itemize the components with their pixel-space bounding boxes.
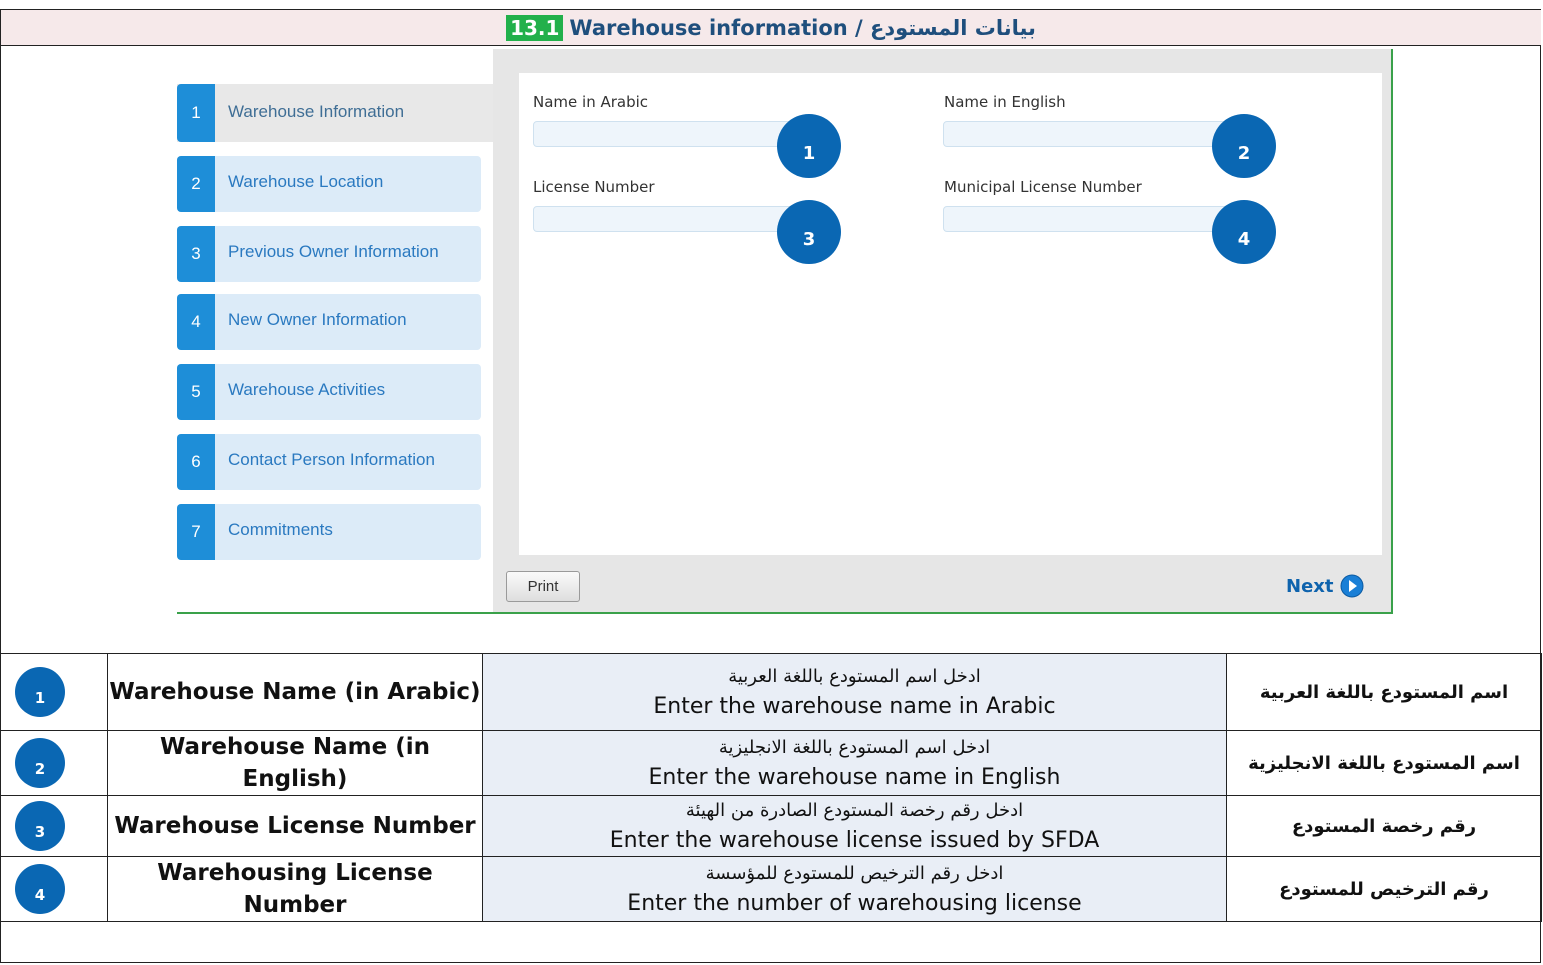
step-number: 1 — [177, 84, 215, 142]
section-title-bar: 13.1 Warehouse information / بيانات المس… — [1, 10, 1541, 46]
callout-marker-2: 2 — [1212, 114, 1276, 178]
description-arabic: ادخل رقم الترخيص للمستودع للمؤسسة — [705, 863, 1004, 884]
next-button[interactable]: Next — [1286, 574, 1364, 598]
description-arabic: ادخل اسم المستودع باللغة العربية — [728, 666, 981, 687]
step-number: 3 — [177, 226, 215, 282]
step-number: 7 — [177, 504, 215, 560]
step-label: Previous Owner Information — [228, 242, 439, 261]
step-warehouse-information[interactable]: 1 Warehouse Information — [177, 84, 493, 142]
step-label: Warehouse Information — [228, 102, 405, 121]
name-arabic-label: Name in Arabic — [533, 93, 649, 111]
description-arabic: ادخل اسم المستودع باللغة الانجليزية — [718, 737, 991, 758]
callout-marker-3: 3 — [777, 200, 841, 264]
description-english: Enter the warehouse name in Arabic — [653, 694, 1056, 719]
next-button-label: Next — [1286, 575, 1334, 597]
step-label: Commitments — [228, 520, 333, 539]
step-label: Warehouse Location — [228, 172, 384, 191]
field-description: ادخل اسم المستودع باللغة العربية Enter t… — [482, 653, 1227, 731]
municipal-license-label: Municipal License Number — [944, 178, 1142, 196]
name-english-label: Name in English — [944, 93, 1066, 111]
step-label: New Owner Information — [228, 310, 407, 329]
description-english: Enter the warehouse license issued by SF… — [609, 828, 1100, 853]
print-button[interactable]: Print — [506, 571, 580, 602]
description-english: Enter the warehouse name in English — [648, 765, 1061, 790]
field-description: ادخل رقم رخصة المستودع الصادرة من الهيئة… — [482, 795, 1227, 857]
field-description: ادخل رقم الترخيص للمستودع للمؤسسة Enter … — [482, 856, 1227, 922]
municipal-license-input[interactable] — [943, 206, 1233, 232]
callout-marker-1: 1 — [777, 114, 841, 178]
step-warehouse-activities[interactable]: 5 Warehouse Activities — [177, 364, 481, 420]
field-name-en: Warehouse Name (in Arabic) — [107, 653, 483, 731]
row-marker: 2 — [15, 738, 65, 788]
table-row: 4 Warehousing License Number ادخل رقم ال… — [0, 856, 1542, 922]
name-english-input[interactable] — [943, 121, 1233, 147]
section-title: Warehouse information / بيانات المستودع — [569, 15, 1036, 40]
field-name-ar: رقم الترخيص للمستودع — [1226, 856, 1542, 922]
field-name-en: Warehousing License Number — [107, 856, 483, 922]
field-name-ar: اسم المستودع باللغة الانجليزية — [1226, 730, 1542, 796]
step-previous-owner-information[interactable]: 3 Previous Owner Information — [177, 226, 481, 282]
license-number-label: License Number — [533, 178, 655, 196]
step-number: 2 — [177, 156, 215, 212]
row-marker: 4 — [15, 864, 65, 914]
step-number: 6 — [177, 434, 215, 490]
field-name-ar: رقم رخصة المستودع — [1226, 795, 1542, 857]
step-number: 5 — [177, 364, 215, 420]
table-row: 1 Warehouse Name (in Arabic) ادخل اسم ال… — [0, 653, 1542, 731]
description-english: Enter the number of warehousing license — [627, 891, 1082, 916]
step-commitments[interactable]: 7 Commitments — [177, 504, 481, 560]
table-row: 3 Warehouse License Number ادخل رقم رخصة… — [0, 795, 1542, 857]
field-name-en: Warehouse Name (in English) — [107, 730, 483, 796]
step-warehouse-location[interactable]: 2 Warehouse Location — [177, 156, 481, 212]
row-marker: 1 — [15, 667, 65, 717]
step-label: Contact Person Information — [228, 450, 435, 469]
table-row: 2 Warehouse Name (in English) ادخل اسم ا… — [0, 730, 1542, 796]
field-description: ادخل اسم المستودع باللغة الانجليزية Ente… — [482, 730, 1227, 796]
field-name-en: Warehouse License Number — [107, 795, 483, 857]
description-arabic: ادخل رقم رخصة المستودع الصادرة من الهيئة — [685, 800, 1024, 821]
callout-marker-4: 4 — [1212, 200, 1276, 264]
arrow-right-circle-icon — [1340, 574, 1363, 598]
screenshot-border — [177, 612, 1393, 614]
row-marker: 3 — [15, 801, 65, 851]
step-new-owner-information[interactable]: 4 New Owner Information — [177, 294, 481, 350]
section-number: 13.1 — [506, 14, 564, 41]
step-number: 4 — [177, 294, 215, 350]
step-contact-person-information[interactable]: 6 Contact Person Information — [177, 434, 481, 490]
step-label: Warehouse Activities — [228, 380, 386, 399]
field-description-table: 1 Warehouse Name (in Arabic) ادخل اسم ال… — [0, 653, 1542, 922]
field-name-ar: اسم المستودع باللغة العربية — [1226, 653, 1542, 731]
